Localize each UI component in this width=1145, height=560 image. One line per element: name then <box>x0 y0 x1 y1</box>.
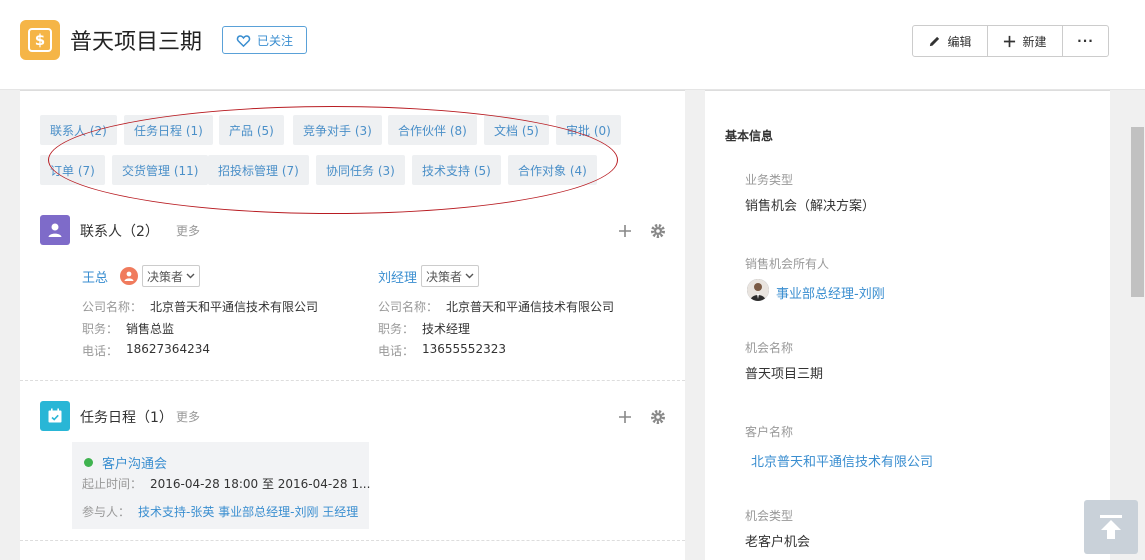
contacts-section-title: 联系人（2） <box>80 224 159 240</box>
phone-label: 电话： <box>378 344 415 358</box>
tag-bidding[interactable]: 招投标管理 (7) <box>208 155 309 185</box>
dollar-icon: $ <box>20 20 60 60</box>
status-dot-icon <box>84 458 93 467</box>
page-title: 普天项目三期 <box>70 30 203 55</box>
position-value: 技术经理 <box>422 322 471 336</box>
section-divider <box>20 380 685 381</box>
task-time-label: 起止时间： <box>82 477 143 491</box>
scrollbar-thumb[interactable] <box>1131 127 1144 297</box>
tag-partners[interactable]: 合作伙伴 (8) <box>388 115 477 145</box>
more-button[interactable]: ··· <box>1063 26 1108 56</box>
add-contact-icon[interactable] <box>617 223 633 239</box>
new-button[interactable]: 新建 <box>988 26 1063 56</box>
task-time-value: 2016-04-28 18:00 至 2016-04-28 1... <box>150 477 371 491</box>
tag-documents[interactable]: 文档 (5) <box>484 115 549 145</box>
calendar-icon <box>40 401 70 431</box>
contact-person-icon <box>40 215 70 245</box>
section-divider <box>20 540 685 541</box>
basic-info-panel: 基本信息 业务类型 销售机会（解决方案） 销售机会所有人 事业部总经理-刘刚 机… <box>705 90 1110 560</box>
tasks-settings-gear-icon[interactable] <box>650 409 666 425</box>
company-label: 公司名称： <box>82 300 143 314</box>
company-value: 北京普天和平通信技术有限公司 <box>150 300 319 314</box>
person-badge-icon <box>120 267 138 285</box>
business-type-value: 销售机会（解决方案） <box>745 199 876 214</box>
opportunity-type-label: 机会类型 <box>745 509 794 523</box>
follow-button[interactable]: 已关注 <box>222 26 307 54</box>
contact-name-link[interactable]: 王总 <box>82 267 108 286</box>
avatar <box>747 279 769 301</box>
contact-role-select[interactable]: 决策者 <box>142 265 201 287</box>
owner-link[interactable]: 事业部总经理-刘刚 <box>776 283 885 302</box>
opportunity-name-value: 普天项目三期 <box>745 367 824 382</box>
customer-label: 客户名称 <box>745 425 794 439</box>
phone-value: 18627364234 <box>126 342 210 356</box>
edit-button[interactable]: 编辑 <box>913 26 988 56</box>
pencil-icon <box>930 36 940 46</box>
phone-label: 电话： <box>82 344 119 358</box>
role-select-value: 决策者 <box>147 269 184 284</box>
edit-label: 编辑 <box>947 34 972 49</box>
role-select-value: 决策者 <box>426 269 463 284</box>
contact-name-link[interactable]: 刘经理 <box>378 267 417 286</box>
basic-info-heading: 基本信息 <box>725 129 774 143</box>
owner-label: 销售机会所有人 <box>745 257 830 271</box>
task-card[interactable]: 客户沟通会 起止时间： 2016-04-28 18:00 至 2016-04-2… <box>72 442 371 529</box>
tag-approvals[interactable]: 审批 (0) <box>556 115 621 145</box>
task-title-link[interactable]: 客户沟通会 <box>102 453 167 472</box>
tasks-more-link[interactable]: 更多 <box>176 408 200 425</box>
company-label: 公司名称： <box>378 300 439 314</box>
page-header: $ 普天项目三期 已关注 编辑 新建 ··· <box>0 0 1145 90</box>
chevron-down-icon <box>465 273 474 279</box>
opportunity-type-value: 老客户机会 <box>745 535 811 550</box>
tasks-section-title: 任务日程（1） <box>80 410 173 426</box>
opportunity-name-label: 机会名称 <box>745 341 794 355</box>
tag-cooperation[interactable]: 合作对象 (4) <box>508 155 597 185</box>
back-to-top-button[interactable] <box>1084 500 1138 554</box>
tag-products[interactable]: 产品 (5) <box>219 115 284 145</box>
tag-collab-tasks[interactable]: 协同任务 (3) <box>316 155 405 185</box>
contacts-more-link[interactable]: 更多 <box>176 222 200 239</box>
business-type-label: 业务类型 <box>745 173 794 187</box>
tag-tech-support[interactable]: 技术支持 (5) <box>412 155 501 185</box>
arrow-up-icon <box>1100 515 1122 539</box>
action-button-group: 编辑 新建 ··· <box>912 25 1109 57</box>
more-dots-icon: ··· <box>1077 34 1094 48</box>
customer-link[interactable]: 北京普天和平通信技术有限公司 <box>751 451 933 470</box>
tag-tasks[interactable]: 任务日程 (1) <box>124 115 213 145</box>
related-panel: 联系人 (2) 任务日程 (1) 产品 (5) 竞争对手 (3) 合作伙伴 (8… <box>20 90 685 560</box>
follow-label: 已关注 <box>256 33 293 48</box>
contacts-settings-gear-icon[interactable] <box>650 223 666 239</box>
tag-competitors[interactable]: 竞争对手 (3) <box>293 115 382 145</box>
phone-value: 13655552323 <box>422 342 506 356</box>
tag-contacts[interactable]: 联系人 (2) <box>40 115 117 145</box>
position-label: 职务： <box>82 322 119 336</box>
task-participants-value[interactable]: 技术支持-张英 事业部总经理-刘刚 王经理 <box>138 503 358 520</box>
add-task-icon[interactable] <box>617 409 633 425</box>
new-label: 新建 <box>1022 34 1047 49</box>
plus-icon <box>1004 35 1016 47</box>
company-value: 北京普天和平通信技术有限公司 <box>446 300 615 314</box>
task-participants-label: 参与人： <box>82 505 131 519</box>
tag-orders[interactable]: 订单 (7) <box>40 155 105 185</box>
position-label: 职务： <box>378 322 415 336</box>
panel-divider <box>20 90 685 94</box>
position-value: 销售总监 <box>126 322 175 336</box>
panel-divider <box>705 90 1110 91</box>
contact-role-select[interactable]: 决策者 <box>421 265 480 287</box>
tag-delivery[interactable]: 交货管理 (11) <box>112 155 209 185</box>
chevron-down-icon <box>186 273 195 279</box>
heart-icon <box>236 34 251 47</box>
